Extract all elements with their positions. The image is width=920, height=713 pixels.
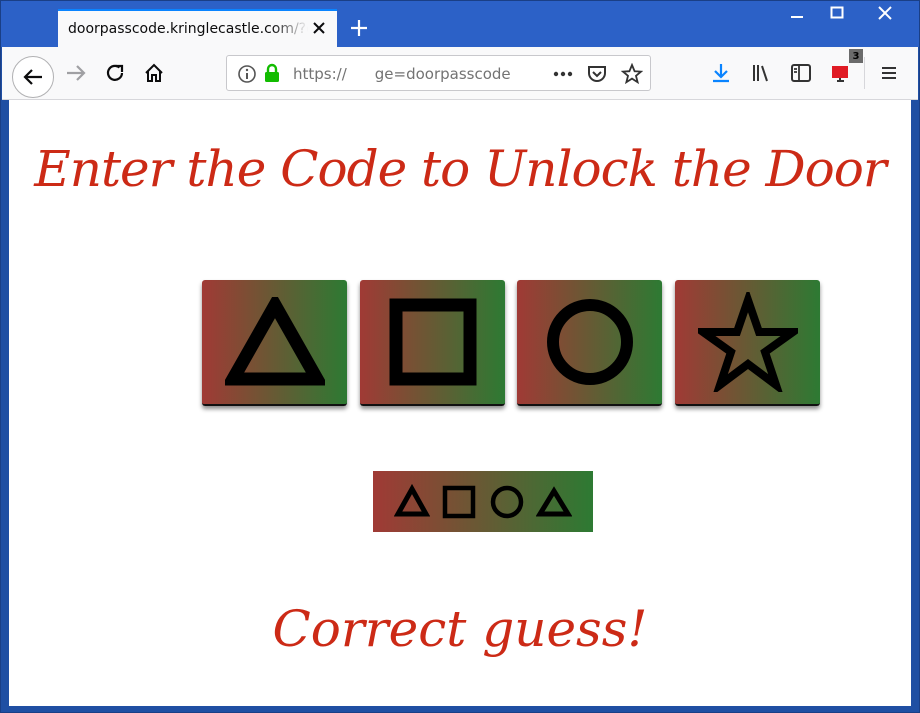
bookmark-star-icon[interactable]: [620, 62, 644, 89]
maximize-icon: [830, 6, 844, 19]
reload-button[interactable]: [99, 57, 131, 89]
window-controls: [777, 1, 913, 27]
home-button[interactable]: [138, 57, 170, 89]
pocket-icon[interactable]: [586, 63, 608, 89]
tab-active[interactable]: doorpasscode.kringlecastle.com/?challeng…: [58, 9, 337, 47]
url-prefix: https://: [293, 65, 347, 83]
sidebar-icon: [791, 64, 811, 82]
minimize-icon: [791, 16, 803, 18]
entered-square-icon: [443, 485, 476, 518]
sidebar-button[interactable]: [785, 57, 817, 89]
title-bar: doorpasscode.kringlecastle.com/?challeng…: [1, 1, 919, 47]
hamburger-menu-icon: [882, 67, 896, 79]
page-actions-icon[interactable]: [552, 64, 574, 88]
new-tab-button[interactable]: [344, 13, 374, 43]
code-button-circle[interactable]: [517, 280, 662, 406]
tab-close-icon[interactable]: [309, 18, 329, 38]
toolbar-divider: [864, 57, 865, 89]
circle-icon: [546, 299, 633, 385]
notification-badge: 3: [849, 49, 863, 63]
triangle-icon: [224, 297, 325, 386]
entered-triangle-icon-2: [535, 485, 572, 516]
back-arrow-icon: [23, 69, 42, 85]
nav-toolbar: https:// ge=doorpasscode 3: [2, 47, 918, 100]
result-message: Correct guess!: [272, 600, 648, 658]
url-bar[interactable]: https:// ge=doorpasscode: [226, 55, 651, 91]
page-content: Enter the Code to Unlock the Door Correc…: [9, 100, 911, 706]
menu-button[interactable]: [873, 57, 905, 89]
monitor-icon: [832, 66, 848, 82]
reload-icon: [106, 64, 124, 81]
extension-button[interactable]: 3: [825, 49, 863, 89]
entered-triangle-icon: [394, 483, 431, 516]
close-icon: [878, 6, 892, 20]
square-icon: [389, 298, 476, 386]
forward-arrow-icon: [67, 65, 86, 81]
info-icon[interactable]: [237, 64, 257, 88]
browser-window: doorpasscode.kringlecastle.com/?challeng…: [0, 0, 920, 713]
minimize-button[interactable]: [777, 1, 817, 25]
code-button-square[interactable]: [360, 280, 505, 406]
star-icon: [697, 292, 798, 392]
url-suffix: ge=doorpasscode: [374, 65, 511, 83]
code-button-triangle[interactable]: [202, 280, 347, 406]
entered-code-display: [373, 471, 593, 532]
maximize-button[interactable]: [817, 1, 857, 25]
back-button[interactable]: [12, 56, 54, 98]
library-icon: [753, 65, 768, 82]
page-title: Enter the Code to Unlock the Door: [34, 140, 887, 198]
code-button-star[interactable]: [675, 280, 820, 406]
home-icon: [145, 63, 163, 82]
plus-icon: [351, 20, 367, 36]
close-window-button[interactable]: [857, 1, 913, 25]
tab-title: doorpasscode.kringlecastle.com/?challeng…: [68, 21, 308, 37]
forward-button[interactable]: [60, 57, 92, 89]
url-text[interactable]: https:// ge=doorpasscode: [293, 65, 511, 83]
downloads-button[interactable]: [705, 57, 737, 89]
url-redaction: [346, 66, 375, 83]
download-icon: [713, 64, 729, 83]
library-button[interactable]: [745, 57, 777, 89]
lock-icon[interactable]: [263, 63, 281, 87]
entered-circle-icon: [490, 485, 523, 518]
